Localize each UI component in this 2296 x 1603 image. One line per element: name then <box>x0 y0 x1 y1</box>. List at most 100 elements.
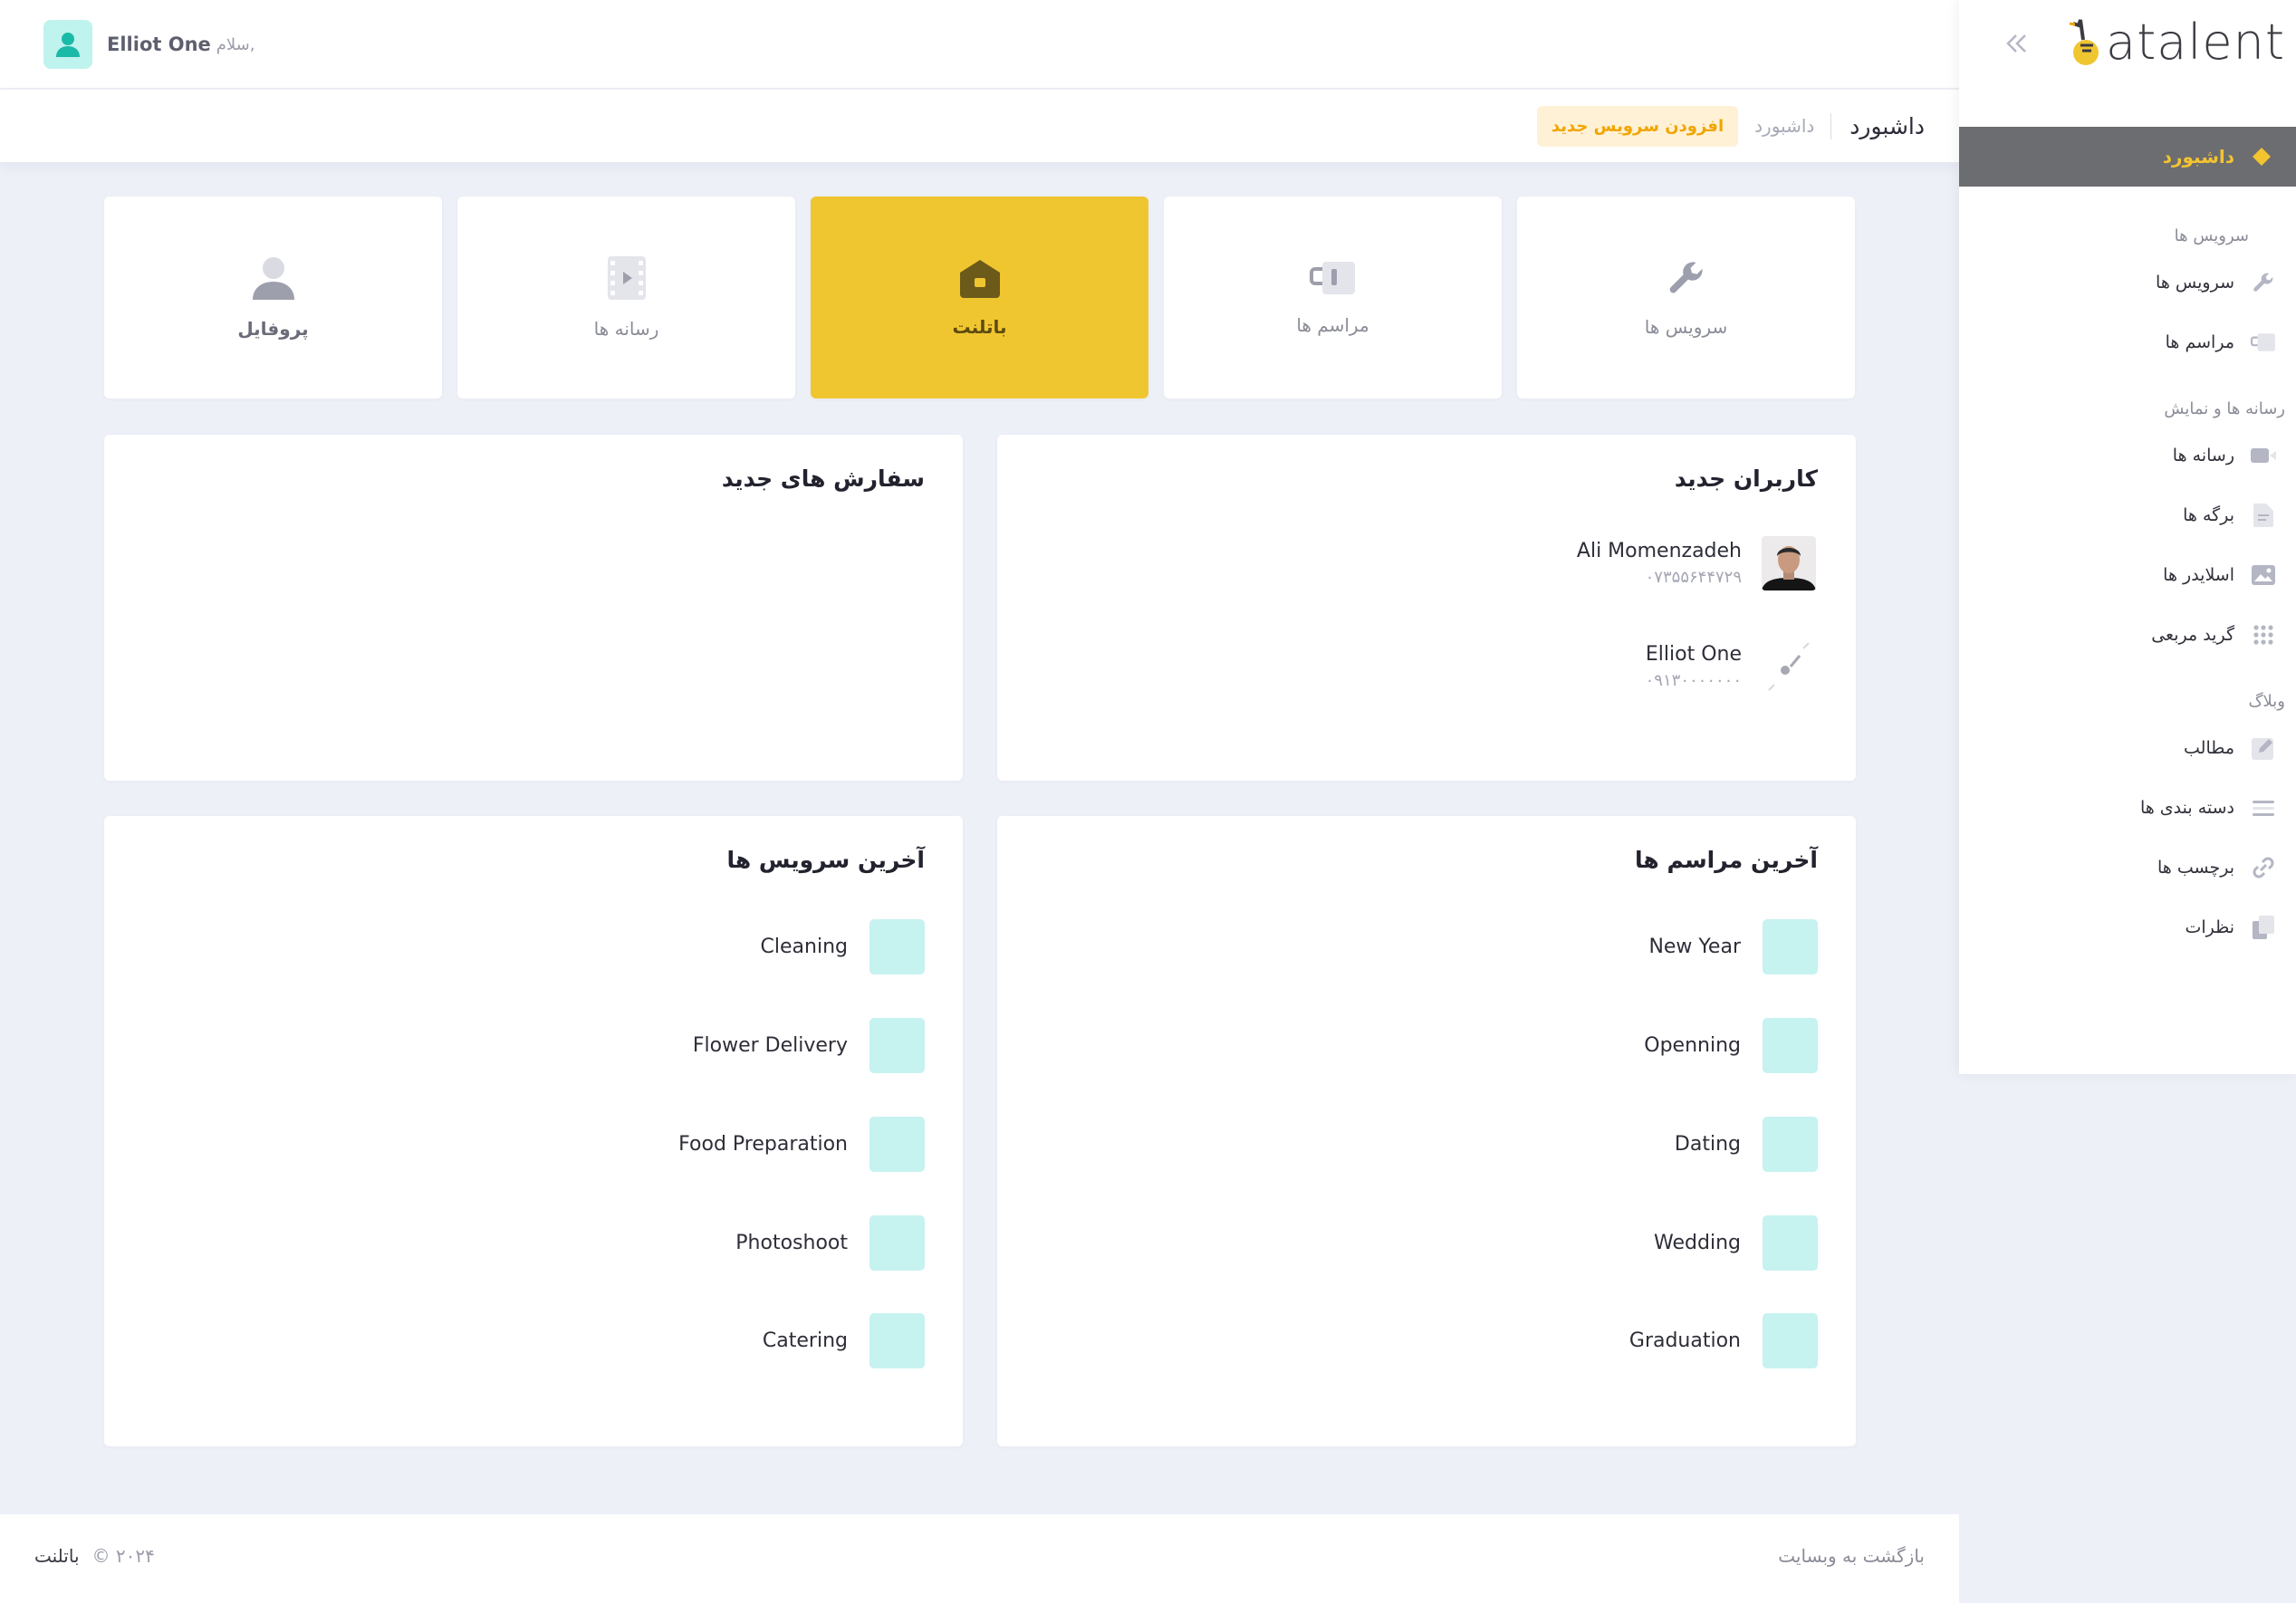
thumbnail <box>869 1313 925 1368</box>
collapse-sidebar-button[interactable] <box>2001 27 2033 60</box>
tile-events[interactable]: مراسم ها <box>1164 197 1502 398</box>
thumbnail <box>1763 1313 1818 1368</box>
latest-events-panel: آخرین مراسم ها New Year Openning Dating … <box>997 816 1856 1446</box>
sidebar-item-media[interactable]: رسانه ها <box>1959 426 2296 485</box>
diamond-icon <box>2249 144 2274 169</box>
item-title: Wedding <box>1654 1232 1741 1254</box>
panel-title: کاربران جدید <box>1674 466 1818 492</box>
mug-icon <box>1309 261 1355 294</box>
top-bar: Elliot One سلام, <box>0 0 1959 89</box>
item-title: Flower Delivery <box>692 1034 848 1057</box>
video-icon <box>2251 443 2276 468</box>
copy-icon <box>2251 915 2276 940</box>
sidebar-brand: atalent <box>1959 0 2296 127</box>
page-header: داشبورد داشبورد افزودن سرویس جدید <box>0 90 1959 162</box>
sidebar-item-label: اسلایدر ها <box>2163 565 2234 585</box>
tile-services[interactable]: سرویس ها <box>1517 197 1855 398</box>
thumbnail <box>1763 1215 1818 1271</box>
list-item[interactable]: Elliot One ۰۹۱۳۰۰۰۰۰۰۰ <box>1646 639 1816 694</box>
list-item[interactable]: Photoshoot <box>735 1215 925 1271</box>
user-name[interactable]: Elliot One <box>107 34 211 55</box>
latest-services-panel: آخرین سرویس ها Cleaning Flower Delivery … <box>104 816 963 1446</box>
edit-icon <box>2251 735 2276 761</box>
sidebar-section-title: رسانه ها و نمایش <box>2164 399 2285 418</box>
item-title: Photoshoot <box>735 1232 848 1254</box>
item-title: Graduation <box>1628 1329 1741 1352</box>
list-item[interactable]: Catering <box>763 1313 925 1368</box>
list-item[interactable]: Dating <box>1675 1117 1818 1172</box>
sidebar-item-comments[interactable]: نظرات <box>1959 897 2296 957</box>
sidebar-item-label: رسانه ها <box>2172 446 2234 466</box>
tile-label: سرویس ها <box>1644 315 1728 338</box>
tile-label: رسانه ها <box>593 317 659 340</box>
tile-batalent[interactable]: باتلنت <box>811 197 1148 398</box>
image-icon <box>2251 562 2276 588</box>
tile-label: مراسم ها <box>1296 313 1369 336</box>
panel-title: سفارش های جدید <box>721 466 925 492</box>
sidebar-item-label: دسته بندی ها <box>2139 798 2234 818</box>
add-service-button[interactable]: افزودن سرویس جدید <box>1536 105 1739 147</box>
list-item[interactable]: Cleaning <box>761 919 925 974</box>
sidebar-item-tags[interactable]: برچسب ها <box>1959 838 2296 897</box>
page-icon <box>2251 503 2276 528</box>
user-phone: ۰۷۳۵۵۶۴۴۷۲۹ <box>1645 568 1742 587</box>
user-greeting: سلام, <box>216 34 255 54</box>
item-title: New Year <box>1648 936 1741 958</box>
link-icon <box>2251 855 2276 880</box>
sidebar-item-label: گرید مربعی <box>2151 625 2234 645</box>
mug-icon <box>2251 330 2276 355</box>
broken-image-icon <box>1762 639 1816 694</box>
footer-copyright: باتلنت © ۲۰۲۴ <box>34 1545 155 1567</box>
film-icon <box>607 255 646 300</box>
sidebar-item-label: مراسم ها <box>2165 332 2234 352</box>
brand-name: atalent <box>2106 14 2285 71</box>
sidebar-item-posts[interactable]: مطالب <box>1959 718 2296 778</box>
list-item[interactable]: Openning <box>1644 1018 1818 1073</box>
list-item[interactable]: Graduation <box>1629 1313 1818 1368</box>
user-icon <box>252 256 294 300</box>
page-title: داشبورد <box>1830 112 1925 139</box>
thumbnail <box>869 1215 925 1271</box>
user-phone: ۰۹۱۳۰۰۰۰۰۰۰ <box>1645 671 1742 690</box>
user-name: Elliot One <box>1645 643 1742 666</box>
chevrons-left-icon <box>2006 34 2026 53</box>
footer: باتلنت © ۲۰۲۴ بازگشت به وبسایت <box>0 1514 1959 1603</box>
list-icon <box>2251 795 2276 821</box>
avatar <box>1762 536 1816 590</box>
breadcrumb[interactable]: داشبورد <box>1738 115 1830 137</box>
logo[interactable]: atalent <box>2068 18 2285 67</box>
tile-label: پروفایل <box>237 317 309 340</box>
thumbnail <box>869 1117 925 1172</box>
tile-profile[interactable]: پروفایل <box>104 197 442 398</box>
sidebar-item-services[interactable]: سرویس ها <box>1959 253 2296 312</box>
home-icon <box>959 259 1000 298</box>
item-title: Dating <box>1674 1133 1741 1156</box>
list-item[interactable]: New Year <box>1648 919 1818 974</box>
user-avatar[interactable] <box>43 20 92 69</box>
panel-title: آخرین مراسم ها <box>1635 847 1818 873</box>
user-icon <box>56 33 80 57</box>
sidebar-item-categories[interactable]: دسته بندی ها <box>1959 778 2296 838</box>
tile-media[interactable]: رسانه ها <box>457 197 795 398</box>
sidebar-item-sliders[interactable]: اسلایدر ها <box>1959 545 2296 605</box>
list-item[interactable]: Wedding <box>1654 1215 1818 1271</box>
sidebar-item-label: برگه ها <box>2183 505 2234 525</box>
sidebar-item-label: داشبورد <box>2162 146 2234 168</box>
sidebar-item-square-grid[interactable]: گرید مربعی <box>1959 605 2296 665</box>
user-menu[interactable]: Elliot One سلام, <box>43 20 255 69</box>
wrench-icon <box>1669 261 1703 293</box>
thumbnail <box>869 1018 925 1073</box>
sidebar-item-pages[interactable]: برگه ها <box>1959 485 2296 545</box>
sidebar-section-title: وبلاگ <box>2248 692 2285 711</box>
sidebar-item-events[interactable]: مراسم ها <box>1959 312 2296 372</box>
new-users-panel: کاربران جدید Ali Momenzadeh ۰۷۳۵۵۶۴۴۷۲۹ … <box>997 435 1856 781</box>
back-to-website-link[interactable]: بازگشت به وبسایت <box>1778 1545 1925 1567</box>
list-item[interactable]: Flower Delivery <box>693 1018 925 1073</box>
bird-logo-icon <box>2068 18 2106 67</box>
panel-title: آخرین سرویس ها <box>726 847 925 873</box>
thumbnail <box>1763 919 1818 974</box>
list-item[interactable]: Ali Momenzadeh ۰۷۳۵۵۶۴۴۷۲۹ <box>1577 536 1816 590</box>
list-item[interactable]: Food Preparation <box>678 1117 925 1172</box>
copyright-text: © ۲۰۲۴ <box>91 1545 155 1567</box>
sidebar-item-dashboard[interactable]: داشبورد <box>1959 127 2296 187</box>
